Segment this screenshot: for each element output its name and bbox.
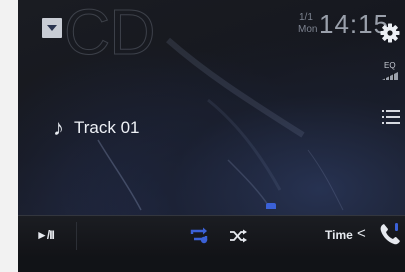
list-icon[interactable] xyxy=(382,109,400,125)
chevron-left-icon[interactable]: < xyxy=(357,225,366,242)
source-name: CD xyxy=(63,0,155,68)
repeat-icon[interactable] xyxy=(188,225,210,245)
source-dropdown-button[interactable] xyxy=(42,18,62,38)
clock-time: 14:15 xyxy=(319,9,390,39)
shuffle-icon[interactable] xyxy=(228,226,248,246)
time-label[interactable]: Time xyxy=(325,228,353,242)
control-bar: ►/II Time < xyxy=(18,215,405,256)
triangle-down-icon xyxy=(47,25,57,31)
gear-icon[interactable] xyxy=(380,23,400,43)
eq-bars-icon xyxy=(382,72,398,80)
date-numeric: 1/1 xyxy=(299,12,313,23)
track-name: Track 01 xyxy=(74,118,140,137)
eq-button[interactable]: EQ xyxy=(384,61,396,70)
music-note-icon: ♪ xyxy=(53,115,64,140)
media-indicator-icon xyxy=(266,203,276,209)
divider xyxy=(76,222,77,250)
head-unit-screen: CD 1/1 Mon 14:15 EQ ♪ Track 01 ►/II Time… xyxy=(18,0,405,272)
date-day: Mon xyxy=(298,24,318,35)
play-pause-button[interactable]: ►/II xyxy=(36,228,55,242)
phone-icon[interactable] xyxy=(378,221,402,247)
